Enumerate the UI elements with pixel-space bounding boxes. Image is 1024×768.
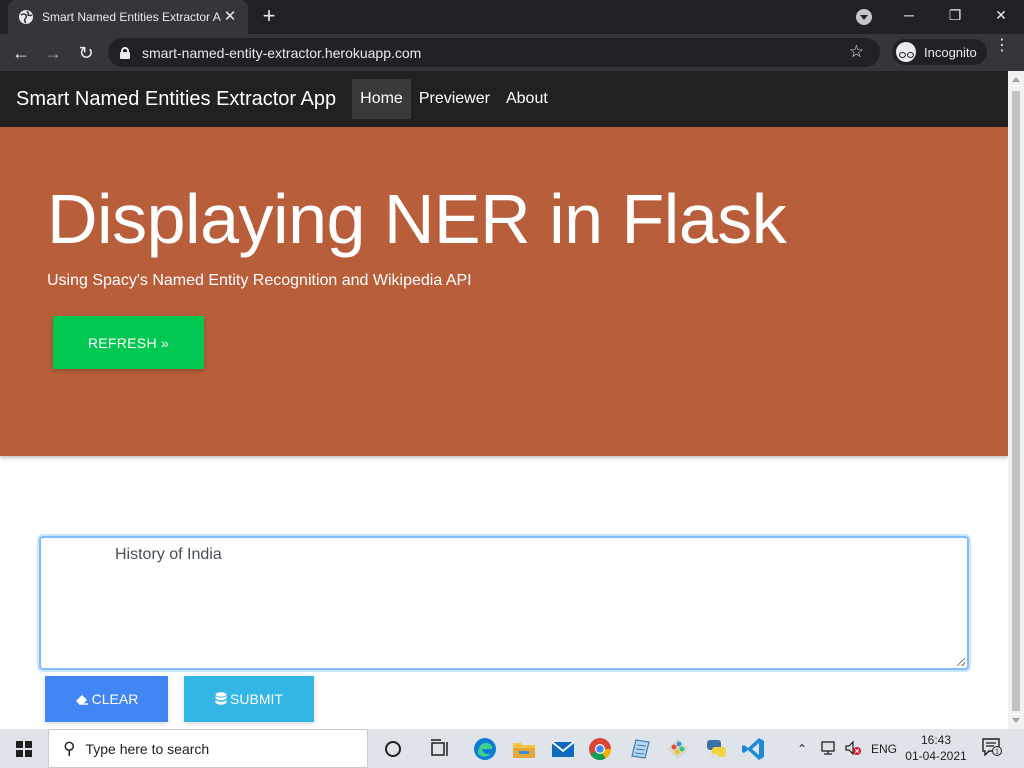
tab-search-icon[interactable] (856, 9, 872, 25)
action-center-icon[interactable]: 1 (982, 738, 1002, 756)
nav-link-previewer[interactable]: Previewer (411, 79, 498, 119)
taskbar-search-box[interactable]: ⚲ Type here to search (48, 729, 368, 768)
nav-link-about[interactable]: About (498, 79, 556, 119)
hero-subtitle: Using Spacy's Named Entity Recognition a… (47, 272, 472, 289)
show-hidden-icons-icon[interactable]: ⌃ (797, 729, 807, 768)
task-view-icon[interactable] (427, 736, 453, 762)
clear-button[interactable]: CLEAR (45, 676, 168, 722)
eraser-icon (75, 695, 88, 705)
nav-link-home[interactable]: Home (352, 79, 411, 119)
notification-count: 1 (995, 749, 999, 756)
text-input-area[interactable]: History of India (39, 536, 969, 670)
language-indicator[interactable]: ENG (871, 729, 897, 768)
submit-button[interactable]: SUBMIT (184, 676, 314, 722)
scroll-up-arrow-icon[interactable] (1012, 77, 1020, 82)
browser-toolbar: ← → ↻ smart-named-entity-extractor.herok… (0, 34, 1024, 71)
url-text: smart-named-entity-extractor.herokuapp.c… (142, 44, 422, 61)
forward-icon[interactable]: → (40, 40, 66, 66)
windows-taskbar: ⚲ Type here to search ⌃ ENG 16:43 01-04-… (0, 729, 1024, 768)
reload-icon[interactable]: ↻ (73, 40, 99, 66)
page-viewport: Smart Named Entities Extractor App Home … (0, 71, 1008, 729)
search-placeholder: Type here to search (85, 740, 210, 757)
browser-tabstrip: Smart Named Entities Extractor A ✕ + ─ ❐… (0, 0, 1024, 34)
refresh-button[interactable]: REFRESH » (53, 316, 204, 369)
page-scrollbar[interactable] (1008, 71, 1024, 729)
python-icon[interactable] (703, 736, 729, 762)
browser-menu-icon[interactable]: ⋮ (994, 38, 1010, 54)
clear-label: CLEAR (91, 691, 139, 707)
browser-tab[interactable]: Smart Named Entities Extractor A ✕ (8, 0, 248, 34)
incognito-label: Incognito (924, 44, 977, 60)
edge-icon[interactable] (472, 736, 498, 762)
submit-label: SUBMIT (230, 691, 283, 707)
close-window-button[interactable]: ✕ (978, 0, 1024, 30)
notepad-icon[interactable] (627, 736, 653, 762)
vscode-icon[interactable] (741, 736, 767, 762)
site-navbar: Smart Named Entities Extractor App Home … (0, 71, 1008, 127)
clock-date: 01-04-2021 (905, 749, 967, 763)
scroll-down-arrow-icon[interactable] (1012, 718, 1020, 723)
hero-title: Displaying NER in Flask (47, 180, 787, 258)
incognito-indicator[interactable]: Incognito (892, 39, 987, 65)
textarea-value: History of India (115, 546, 222, 563)
chrome-icon[interactable] (587, 736, 613, 762)
paint-icon[interactable] (665, 736, 691, 762)
tab-close-icon[interactable]: ✕ (222, 9, 238, 25)
scroll-thumb[interactable] (1012, 91, 1020, 711)
cortana-icon[interactable] (380, 736, 406, 762)
start-button[interactable] (0, 729, 48, 768)
globe-icon (19, 10, 33, 24)
minimize-button[interactable]: ─ (886, 0, 932, 30)
database-icon (215, 692, 227, 705)
new-tab-button[interactable]: + (258, 5, 280, 28)
resize-handle-icon[interactable] (957, 658, 965, 666)
network-icon[interactable] (820, 739, 838, 757)
hero-section: Displaying NER in Flask Using Spacy's Na… (0, 127, 1008, 456)
navbar-brand[interactable]: Smart Named Entities Extractor App (16, 88, 336, 111)
restore-button[interactable]: ❐ (932, 0, 978, 30)
incognito-icon (896, 42, 916, 62)
back-icon[interactable]: ← (8, 40, 34, 66)
mail-icon[interactable] (550, 736, 576, 762)
taskbar-clock[interactable]: 16:43 01-04-2021 (900, 732, 972, 764)
bookmark-star-icon[interactable]: ☆ (849, 42, 864, 62)
search-icon: ⚲ (63, 738, 76, 758)
tab-title: Smart Named Entities Extractor A (42, 10, 221, 24)
windows-logo-icon (16, 740, 32, 757)
file-explorer-icon[interactable] (511, 736, 537, 762)
address-bar[interactable]: smart-named-entity-extractor.herokuapp.c… (108, 38, 880, 67)
volume-muted-icon[interactable] (844, 739, 862, 757)
clock-time: 16:43 (920, 733, 952, 747)
lock-icon (120, 46, 130, 59)
